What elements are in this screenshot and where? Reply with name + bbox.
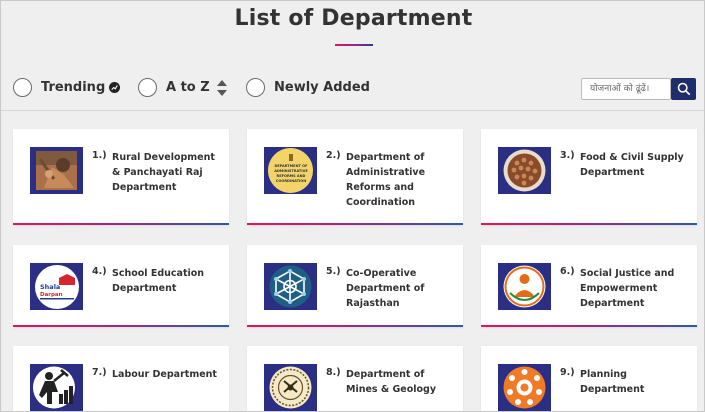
a-to-z-label: A to Z: [166, 80, 210, 95]
arrow-down-icon: [216, 89, 227, 96]
filter-divider: [1, 110, 704, 111]
search-icon: [677, 82, 690, 96]
card-accent-bar: [247, 325, 463, 327]
department-card-7[interactable]: 7.) Labour Department: [13, 346, 229, 411]
card-accent-bar: [481, 325, 697, 327]
department-number: 6.): [560, 266, 575, 277]
filter-trending[interactable]: Trending: [13, 78, 121, 97]
shala-darpan-logo-text: Shala: [40, 283, 60, 291]
department-card-5[interactable]: 5.) Co-Operative Department of Rajasthan: [247, 245, 463, 327]
page-title: List of Department: [234, 6, 473, 31]
labour-worker-icon: [30, 364, 83, 411]
department-name[interactable]: Planning Department: [580, 367, 688, 397]
department-number: 1.): [92, 150, 107, 161]
department-card-9[interactable]: 9.) Planning Department: [481, 346, 697, 411]
search-button[interactable]: [671, 78, 696, 100]
department-name[interactable]: Food & Civil Supply Department: [580, 150, 688, 180]
department-number: 7.): [92, 367, 107, 378]
arrow-up-icon: [216, 79, 227, 86]
food-grains-icon: [498, 147, 551, 194]
department-card-6[interactable]: 6.) Social Justice and Empowerment Depar…: [481, 245, 697, 327]
department-card-1[interactable]: 1.) Rural Development & Panchayati Raj D…: [13, 129, 229, 225]
rural-development-icon: [30, 147, 83, 194]
department-number: 8.): [326, 367, 341, 378]
department-number: 3.): [560, 150, 575, 161]
department-card-8[interactable]: 8.) Department of Mines & Geology: [247, 346, 463, 411]
department-number: 9.): [560, 367, 575, 378]
svg-text:REFORMS AND: REFORMS AND: [276, 174, 305, 178]
newly-added-label: Newly Added: [274, 80, 370, 95]
search-input[interactable]: [581, 78, 671, 100]
card-accent-bar: [13, 325, 229, 327]
department-card-2[interactable]: DEPARTMENT OF ADMINISTRATIVE REFORMS AND…: [247, 129, 463, 225]
filter-newly-added[interactable]: Newly Added: [246, 78, 370, 97]
filter-bar: Trending A to Z Newly Added: [13, 71, 703, 105]
filter-a-to-z[interactable]: A to Z: [138, 78, 227, 97]
svg-text:Darpan: Darpan: [40, 292, 63, 298]
svg-text:ADMINISTRATIVE: ADMINISTRATIVE: [274, 169, 308, 173]
a-to-z-radio[interactable]: [138, 78, 157, 97]
administrative-reforms-logo-text: DEPARTMENT OF ADMINISTRATIVE REFORMS AND…: [274, 164, 308, 183]
department-name[interactable]: Social Justice and Empowerment Departmen…: [580, 266, 688, 311]
administrative-reforms-seal-icon: DEPARTMENT OF ADMINISTRATIVE REFORMS AND…: [264, 147, 317, 194]
department-name[interactable]: Labour Department: [112, 367, 220, 382]
department-number: 2.): [326, 150, 341, 161]
department-name[interactable]: Department of Administrative Reforms and…: [346, 150, 454, 210]
department-name[interactable]: Department of Mines & Geology: [346, 367, 454, 397]
newly-added-radio[interactable]: [246, 78, 265, 97]
department-name[interactable]: Co-Operative Department of Rajasthan: [346, 266, 454, 311]
svg-text:COORDINATION: COORDINATION: [275, 179, 305, 183]
title-underline: [335, 44, 373, 46]
department-name[interactable]: Rural Development & Panchayati Raj Depar…: [112, 150, 220, 195]
planning-emblem-icon: [498, 364, 551, 411]
social-justice-emblem-icon: [498, 263, 551, 310]
cooperative-network-icon: [264, 263, 317, 310]
card-accent-bar: [13, 223, 229, 225]
sort-arrows-icon: [216, 79, 227, 96]
trending-radio[interactable]: [13, 78, 32, 97]
svg-text:DEPARTMENT OF: DEPARTMENT OF: [274, 164, 308, 168]
trending-label: Trending: [41, 80, 106, 95]
department-number: 5.): [326, 266, 341, 277]
page-frame: List of Department Trending A to Z Newly…: [0, 0, 705, 412]
department-name[interactable]: School Education Department: [112, 266, 220, 296]
department-number: 4.): [92, 266, 107, 277]
mines-geology-seal-icon: [264, 364, 317, 411]
department-card-4[interactable]: Shala Darpan 4.) School Education Depart…: [13, 245, 229, 327]
card-accent-bar: [247, 223, 463, 225]
trending-icon: [109, 82, 121, 93]
department-card-3[interactable]: 3.) Food & Civil Supply Department: [481, 129, 697, 225]
card-accent-bar: [481, 223, 697, 225]
shala-darpan-icon: Shala Darpan: [30, 263, 83, 310]
